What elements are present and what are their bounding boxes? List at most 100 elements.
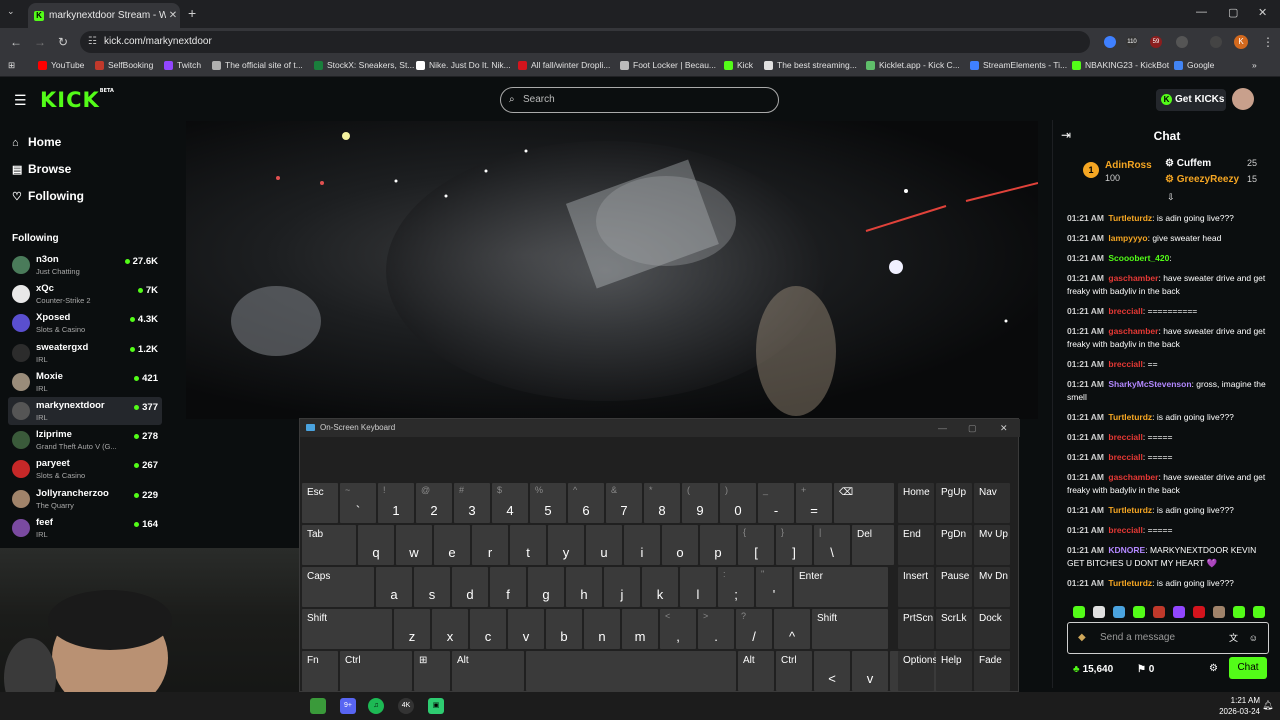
- nav-home[interactable]: ⌂ Home: [12, 135, 61, 149]
- more-bookmarks-icon[interactable]: »: [1252, 60, 1257, 70]
- key-14[interactable]: ⌫: [834, 483, 894, 523]
- kick-logo[interactable]: KICKBETA: [40, 88, 114, 112]
- key-row4-1[interactable]: z: [394, 609, 430, 649]
- bookmark-item[interactable]: The official site of t...: [212, 60, 303, 70]
- message-username[interactable]: gaschamber: [1108, 273, 1158, 283]
- chat-settings-icon[interactable]: ⚙: [1209, 663, 1218, 674]
- emote-icon[interactable]: [1233, 606, 1245, 618]
- key-nav-home[interactable]: Home: [898, 483, 934, 523]
- sidebar-channel-Xposed[interactable]: Xposed Slots & Casino 4.3K: [8, 309, 162, 337]
- bookmark-item[interactable]: Kicklet.app - Kick C...: [866, 60, 960, 70]
- key-0[interactable]: Esc: [302, 483, 338, 523]
- bookmark-item[interactable]: YouTube: [38, 60, 84, 70]
- message-username[interactable]: SharkyMcStevenson: [1108, 379, 1191, 389]
- emote-icon[interactable]: [1193, 606, 1205, 618]
- osk-title-bar[interactable]: On-Screen Keyboard — ▢ ✕: [300, 419, 1020, 437]
- key-`[interactable]: ~ `: [340, 483, 376, 523]
- key-row3-7[interactable]: j: [604, 567, 640, 607]
- key--[interactable]: _ -: [758, 483, 794, 523]
- key-row4-10[interactable]: ? /: [736, 609, 772, 649]
- emote-icon[interactable]: [1173, 606, 1185, 618]
- video-player[interactable]: [186, 121, 1038, 419]
- emote-picker-icon[interactable]: ◆: [1078, 623, 1086, 653]
- bookmark-item[interactable]: Foot Locker | Becau...: [620, 60, 716, 70]
- bookmark-item[interactable]: All fall/winter Dropli...: [518, 60, 610, 70]
- message-username[interactable]: KDNORE: [1108, 545, 1145, 555]
- sidebar-channel-Jollyrancherzoo[interactable]: Jollyrancherzoo The Quarry 229: [8, 485, 162, 513]
- key-3[interactable]: #3: [454, 483, 490, 523]
- message-username[interactable]: brecciall: [1108, 306, 1143, 316]
- browser-menu-icon[interactable]: ⋮: [1262, 35, 1274, 49]
- key-row2-12[interactable]: }]: [776, 525, 812, 565]
- bookmark-item[interactable]: Nike. Just Do It. Nik...: [416, 60, 511, 70]
- key-row3-1[interactable]: a: [376, 567, 412, 607]
- key-row5-7[interactable]: <: [814, 651, 850, 691]
- key-row4-0[interactable]: Shift: [302, 609, 392, 649]
- key-row2-6[interactable]: y: [548, 525, 584, 565]
- key-row3-12[interactable]: Enter: [794, 567, 888, 607]
- bookmark-item[interactable]: The best streaming...: [764, 60, 857, 70]
- get-kicks-button[interactable]: K Get KICKs: [1156, 89, 1226, 111]
- key-row4-11[interactable]: ^: [774, 609, 810, 649]
- key-row4-4[interactable]: v: [508, 609, 544, 649]
- expand-leaderboard-icon[interactable]: ⇩: [1167, 192, 1175, 203]
- site-info-icon[interactable]: ☷: [88, 31, 97, 53]
- sidebar-channel-Moxie[interactable]: Moxie IRL 421: [8, 368, 162, 396]
- leader-name[interactable]: ⚙ GreezyReezy: [1165, 174, 1239, 185]
- system-clock[interactable]: 1:21 AM 2026-03-24: [1200, 695, 1260, 717]
- key-row3-5[interactable]: g: [528, 567, 564, 607]
- gift-counter[interactable]: ⚑ 0: [1137, 664, 1154, 675]
- bookmark-item[interactable]: Google: [1174, 60, 1214, 70]
- key-row4-12[interactable]: Shift: [812, 609, 888, 649]
- send-chat-button[interactable]: Chat: [1229, 657, 1267, 679]
- extension-badge-icon[interactable]: 110: [1126, 36, 1138, 48]
- key-row2-4[interactable]: r: [472, 525, 508, 565]
- sidebar-channel-feef[interactable]: feef IRL 164: [8, 514, 162, 542]
- bookmark-item[interactable]: StockX: Sneakers, St...: [314, 60, 414, 70]
- address-bar[interactable]: ☷ kick.com/markynextdoor ☆: [80, 31, 1160, 53]
- key-7[interactable]: & 7: [606, 483, 642, 523]
- key-row2-7[interactable]: u: [586, 525, 622, 565]
- message-username[interactable]: Turtleturdz: [1108, 412, 1152, 422]
- key-row2-0[interactable]: Tab: [302, 525, 356, 565]
- key-nav-pgup[interactable]: PgUp: [936, 483, 972, 523]
- leader-name[interactable]: AdinRoss: [1105, 160, 1152, 171]
- message-username[interactable]: brecciall: [1108, 432, 1143, 442]
- search-input[interactable]: ⌕ Search: [500, 87, 779, 113]
- smiley-icon[interactable]: ☺: [1249, 623, 1258, 653]
- key-nav-end[interactable]: End: [898, 525, 934, 565]
- sidebar-channel-markynextdoor[interactable]: markynextdoor IRL 377: [8, 397, 162, 425]
- key-row3-3[interactable]: d: [452, 567, 488, 607]
- emote-icon[interactable]: [1113, 606, 1125, 618]
- user-avatar[interactable]: [1232, 88, 1254, 110]
- maximize-icon[interactable]: ▢: [1228, 6, 1238, 19]
- reading-list-icon[interactable]: [1210, 36, 1222, 48]
- key-nav-dock[interactable]: Dock: [974, 609, 1010, 649]
- browser-tab[interactable]: K markynextdoor Stream - W ✕: [28, 3, 180, 28]
- emote-icon[interactable]: [1073, 606, 1085, 618]
- message-username[interactable]: Turtleturdz: [1108, 578, 1152, 588]
- key-row2-13[interactable]: | \: [814, 525, 850, 565]
- reload-icon[interactable]: ↻: [58, 35, 68, 49]
- key-row2-5[interactable]: t: [510, 525, 546, 565]
- key-nav-insert[interactable]: Insert: [898, 567, 934, 607]
- message-username[interactable]: brecciall: [1108, 525, 1143, 535]
- message-username[interactable]: brecciall: [1108, 359, 1143, 369]
- key-5[interactable]: % 5: [530, 483, 566, 523]
- channel-points[interactable]: ♣ 15,640: [1073, 664, 1113, 675]
- emote-icon[interactable]: [1253, 606, 1265, 618]
- key-row2-11[interactable]: {[: [738, 525, 774, 565]
- extensions-puzzle-icon[interactable]: [1176, 36, 1188, 48]
- profile-avatar[interactable]: K: [1234, 35, 1248, 49]
- sidebar-channel-lziprime[interactable]: lziprime Grand Theft Auto V (G... 278: [8, 426, 162, 454]
- minimize-icon[interactable]: —: [1196, 6, 1207, 18]
- sidebar-channel-paryeet[interactable]: paryeet Slots & Casino 267: [8, 455, 162, 483]
- message-username[interactable]: Turtleturdz: [1108, 213, 1152, 223]
- emote-icon[interactable]: [1153, 606, 1165, 618]
- message-username[interactable]: Turtleturdz: [1108, 505, 1152, 515]
- nav-following[interactable]: ♡ Following: [12, 189, 84, 203]
- key-nav-pause[interactable]: Pause: [936, 567, 972, 607]
- key-2[interactable]: @2: [416, 483, 452, 523]
- new-tab-button[interactable]: +: [188, 5, 196, 21]
- key-row4-7[interactable]: m: [622, 609, 658, 649]
